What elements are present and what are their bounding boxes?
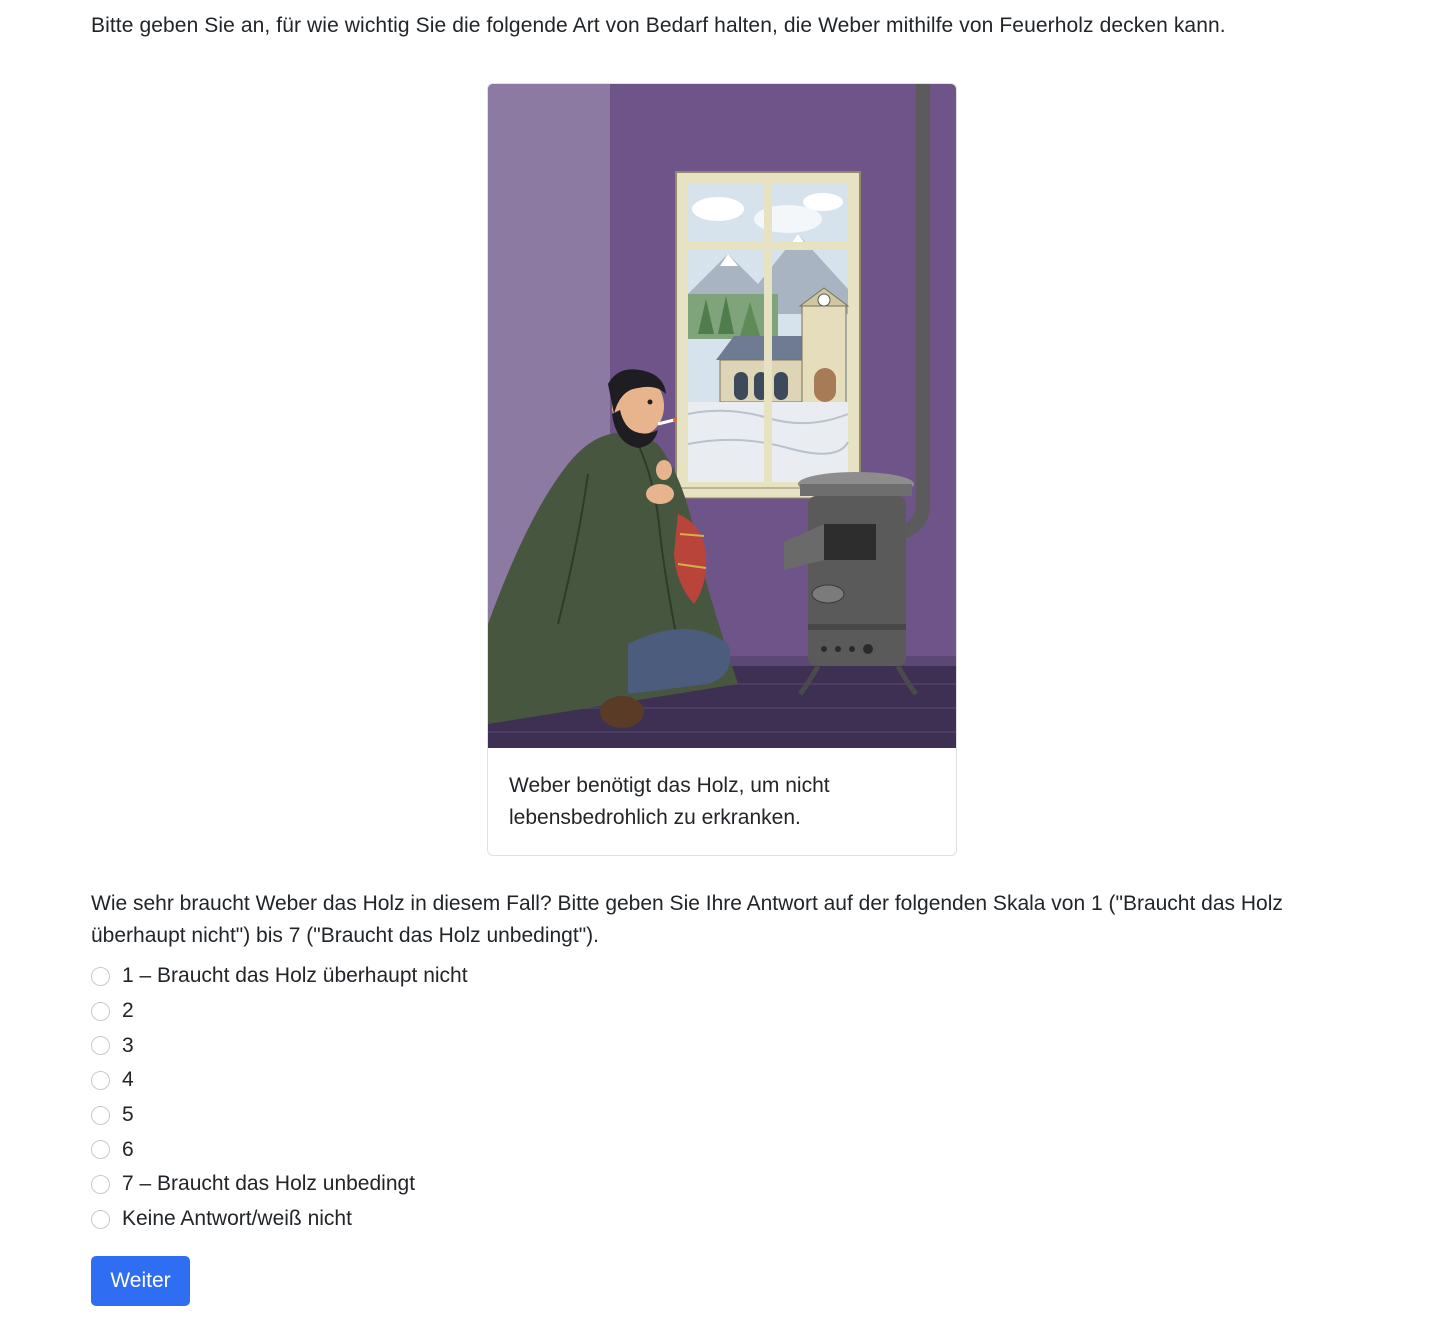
- option-4[interactable]: 4: [91, 1063, 891, 1098]
- option-label: 6: [122, 1137, 134, 1161]
- survey-page: Bitte geben Sie an, für wie wichtig Sie …: [0, 0, 1438, 1338]
- radio-button[interactable]: [91, 1036, 110, 1056]
- scenario-card: Weber benötigt das Holz, um nicht lebens…: [487, 83, 957, 856]
- answer-options: 1 – Braucht das Holz überhaupt nicht 2 3…: [91, 959, 891, 1237]
- option-7[interactable]: 7 – Braucht das Holz unbedingt: [91, 1167, 891, 1202]
- option-label: 3: [122, 1033, 134, 1057]
- option-3[interactable]: 3: [91, 1028, 891, 1063]
- option-no-answer[interactable]: Keine Antwort/weiß nicht: [91, 1202, 891, 1237]
- option-2[interactable]: 2: [91, 994, 891, 1029]
- option-label: 1 – Braucht das Holz überhaupt nicht: [122, 964, 468, 988]
- radio-button[interactable]: [91, 1070, 110, 1090]
- radio-button[interactable]: [91, 1174, 110, 1194]
- radio-button[interactable]: [91, 1140, 110, 1160]
- option-label: 7 – Braucht das Holz unbedingt: [122, 1172, 416, 1196]
- intro-text: Bitte geben Sie an, für wie wichtig Sie …: [91, 14, 1226, 37]
- card-caption: Weber benötigt das Holz, um nicht lebens…: [509, 774, 830, 829]
- option-label: 5: [122, 1103, 134, 1127]
- radio-button[interactable]: [91, 966, 110, 986]
- next-button[interactable]: Weiter: [91, 1256, 190, 1306]
- radio-button[interactable]: [91, 1001, 110, 1021]
- option-label: 4: [122, 1068, 134, 1092]
- option-label: 2: [122, 999, 134, 1023]
- radio-button[interactable]: [91, 1105, 110, 1125]
- option-1[interactable]: 1 – Braucht das Holz überhaupt nicht: [91, 959, 891, 994]
- option-label: Keine Antwort/weiß nicht: [122, 1207, 352, 1231]
- option-6[interactable]: 6: [91, 1132, 891, 1167]
- option-5[interactable]: 5: [91, 1098, 891, 1133]
- scenario-illustration: [488, 84, 956, 748]
- radio-button[interactable]: [91, 1209, 110, 1229]
- question-text: Wie sehr braucht Weber das Holz in diese…: [91, 892, 1283, 947]
